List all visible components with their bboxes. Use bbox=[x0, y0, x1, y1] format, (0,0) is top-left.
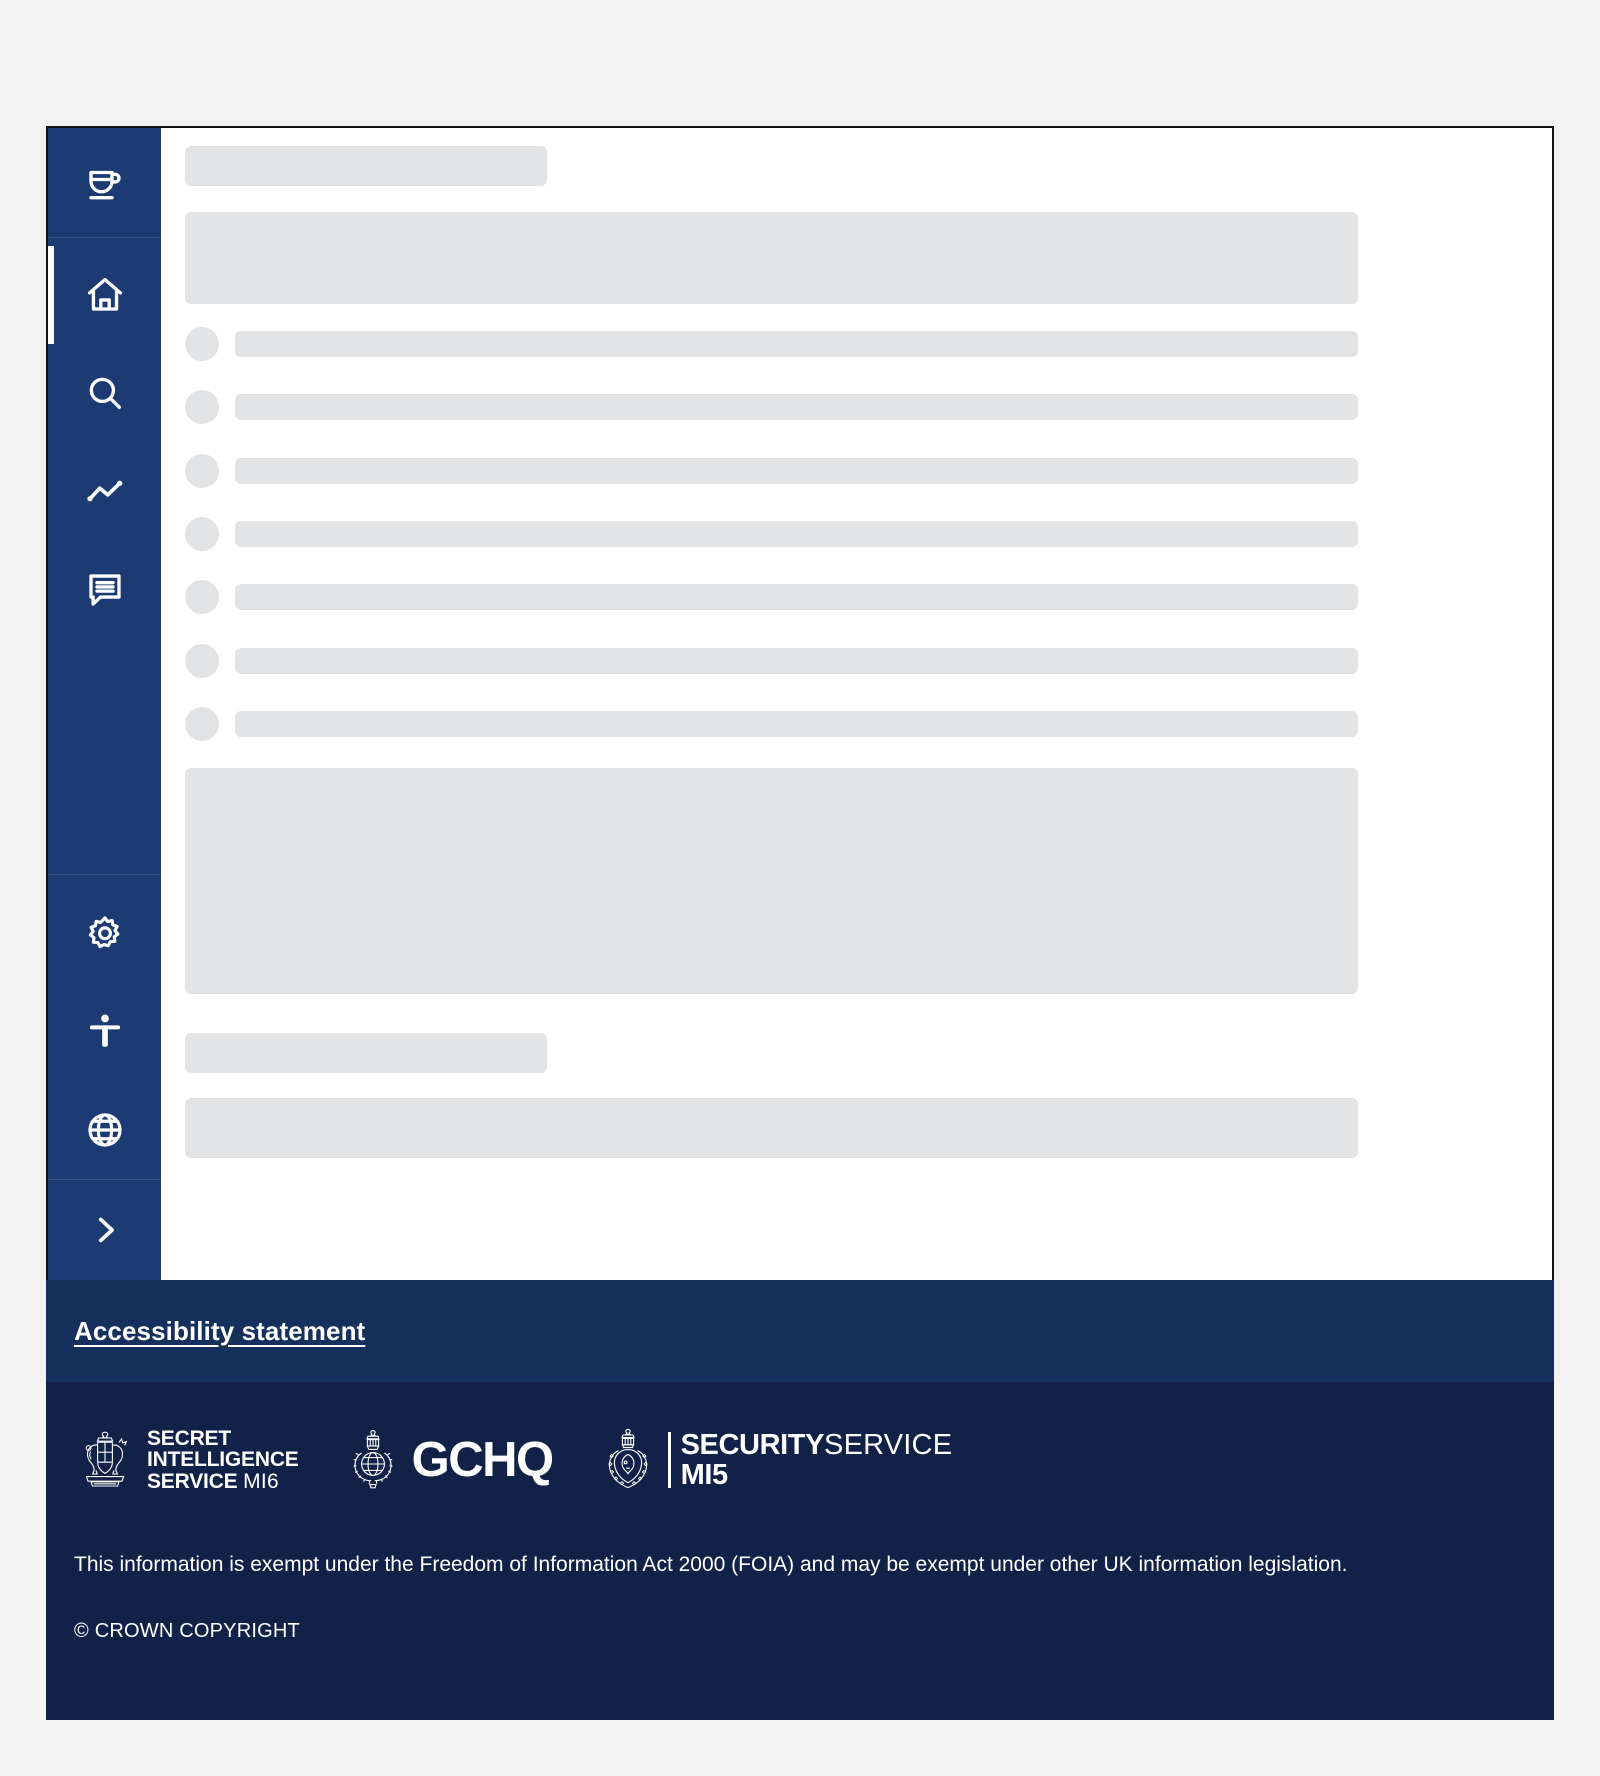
skeleton-avatar bbox=[185, 580, 219, 614]
skeleton-secondary-title-bar bbox=[185, 1033, 547, 1073]
app-shell: Accessibility statement SECRET INTELLIGE… bbox=[46, 126, 1554, 1720]
skeleton-bottom-block bbox=[185, 1098, 1358, 1158]
mi5-top-line: SECURITYSERVICE bbox=[681, 1430, 953, 1460]
crown-copyright: © CROWN COPYRIGHT bbox=[74, 1620, 300, 1643]
mi5-divider bbox=[667, 1432, 671, 1488]
mi5-crest-icon bbox=[599, 1426, 657, 1494]
skeleton-row-bar bbox=[235, 394, 1358, 420]
sidebar-item-accessibility[interactable] bbox=[48, 983, 161, 1081]
mi6-line-3: SERVICE MI6 bbox=[147, 1469, 299, 1493]
mi5-top-bold: SECURITY bbox=[680, 1428, 825, 1461]
chat-message-icon bbox=[84, 568, 126, 610]
skeleton-avatar bbox=[185, 644, 219, 678]
gchq-logo: GCHQ bbox=[345, 1427, 555, 1493]
page-footer: SECRET INTELLIGENCE SERVICE MI6 GCHQ SEC… bbox=[46, 1382, 1554, 1720]
app-body bbox=[46, 126, 1554, 1280]
mi6-line-2: INTELLIGENCE bbox=[147, 1448, 299, 1472]
sidebar-expand-button[interactable] bbox=[48, 1179, 161, 1280]
main-content-loading bbox=[161, 128, 1552, 1280]
active-indicator bbox=[48, 246, 54, 344]
skeleton-row-bar bbox=[235, 648, 1358, 674]
skeleton-hero-block bbox=[185, 212, 1358, 304]
sidebar-logo[interactable] bbox=[48, 128, 161, 238]
sidebar-primary-nav bbox=[48, 238, 161, 638]
sidebar-item-search[interactable] bbox=[48, 344, 161, 442]
skeleton-avatar bbox=[185, 454, 219, 488]
foia-notice: This information is exempt under the Fre… bbox=[74, 1553, 1348, 1576]
mi5-top-thin: SERVICE bbox=[824, 1428, 953, 1461]
home-icon bbox=[84, 274, 126, 316]
trend-line-icon bbox=[84, 470, 126, 512]
skeleton-row-bar bbox=[235, 584, 1358, 610]
mi5-bottom-line: MI5 bbox=[680, 1459, 729, 1491]
globe-icon bbox=[84, 1109, 126, 1151]
sidebar-item-messages[interactable] bbox=[48, 540, 161, 638]
gchq-wordmark: GCHQ bbox=[411, 1432, 555, 1487]
skeleton-row-bar bbox=[235, 331, 1358, 357]
mi5-logo: SECURITYSERVICE MI5 bbox=[599, 1426, 953, 1494]
sidebar-item-settings[interactable] bbox=[48, 885, 161, 983]
skeleton-row-bar bbox=[235, 711, 1358, 737]
mi6-line-1: SECRET bbox=[147, 1426, 231, 1450]
accessibility-statement-link[interactable]: Accessibility statement bbox=[74, 1316, 365, 1347]
mi6-logo: SECRET INTELLIGENCE SERVICE MI6 bbox=[74, 1427, 299, 1493]
mi5-wordmark: SECURITYSERVICE MI5 bbox=[667, 1430, 953, 1491]
sidebar-secondary-nav bbox=[48, 874, 161, 1179]
skeleton-row-bar bbox=[235, 458, 1358, 484]
chevron-right-icon bbox=[88, 1213, 122, 1247]
mi6-wordmark: SECRET INTELLIGENCE SERVICE MI6 bbox=[147, 1426, 299, 1493]
skeleton-avatar bbox=[185, 517, 219, 551]
skeleton-large-block bbox=[185, 768, 1358, 994]
accessibility-bar: Accessibility statement bbox=[46, 1280, 1554, 1382]
gchq-crest-icon bbox=[345, 1427, 401, 1493]
skeleton-avatar bbox=[185, 707, 219, 741]
accessibility-icon bbox=[84, 1011, 126, 1053]
sidebar-item-language[interactable] bbox=[48, 1081, 161, 1179]
skeleton-avatar bbox=[185, 390, 219, 424]
sidebar-item-trends[interactable] bbox=[48, 442, 161, 540]
search-icon bbox=[84, 372, 126, 414]
skeleton-avatar bbox=[185, 327, 219, 361]
sidebar-item-home[interactable] bbox=[48, 246, 161, 344]
skeleton-title-bar bbox=[185, 146, 547, 186]
royal-coat-of-arms-crest-icon bbox=[74, 1427, 136, 1493]
mi6-line-3-thin: MI6 bbox=[243, 1469, 279, 1493]
mi6-line-3-bold: SERVICE bbox=[147, 1469, 238, 1493]
sidebar bbox=[48, 128, 161, 1280]
gear-icon bbox=[84, 913, 126, 955]
teacup-logo-icon bbox=[84, 162, 126, 204]
agency-logo-row: SECRET INTELLIGENCE SERVICE MI6 GCHQ SEC… bbox=[74, 1424, 1526, 1496]
skeleton-row-bar bbox=[235, 521, 1358, 547]
